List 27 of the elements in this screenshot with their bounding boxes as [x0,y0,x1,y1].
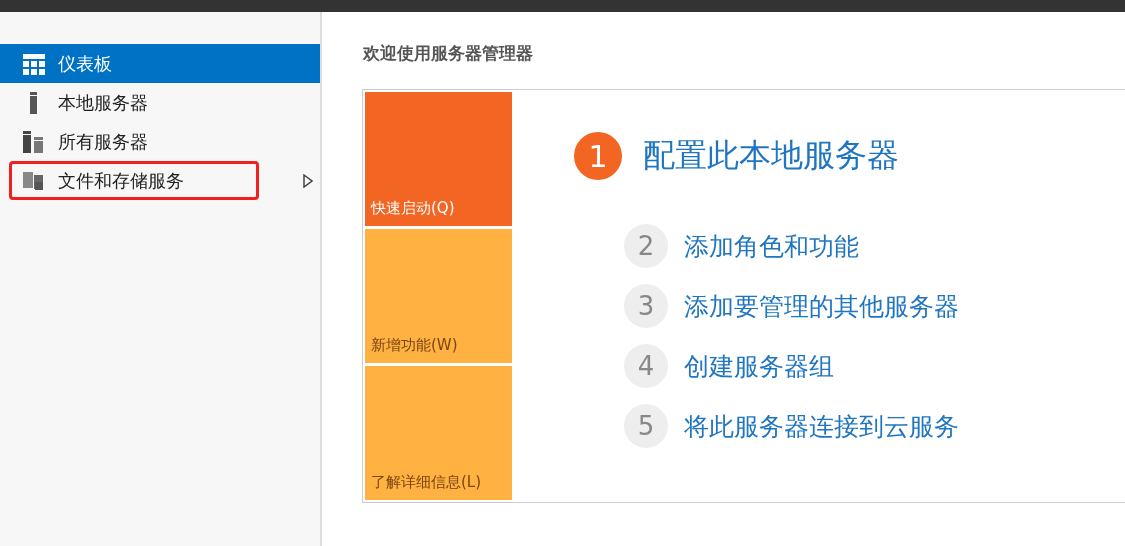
grid-icon [22,52,46,75]
tile-link[interactable]: 新增功能(W) [365,229,512,363]
step-number: 2 [624,224,668,268]
step-number: 4 [624,344,668,388]
sidebar-label: 所有服务器 [58,129,148,154]
sidebar-label: 文件和存储服务 [58,168,184,193]
server-icon [30,91,37,114]
step-link[interactable]: 配置此本地服务器 [643,134,899,178]
sidebar-item[interactable]: 文件和存储服务 [9,161,259,200]
page-title: 欢迎使用服务器管理器 [363,42,534,65]
servers-icon [22,130,46,153]
step-number: 5 [624,404,668,448]
step-number: 3 [624,284,668,328]
sidebar-label: 本地服务器 [58,90,148,115]
tile-link[interactable]: 快速启动(Q) [365,92,512,226]
step-link[interactable]: 添加要管理的其他服务器 [684,289,959,323]
step-link[interactable]: 添加角色和功能 [684,229,859,263]
step-link[interactable]: 创建服务器组 [684,349,834,383]
folder-icon [22,169,46,192]
sidebar-item[interactable]: 所有服务器 [0,122,320,161]
step-number: 1 [574,132,622,180]
step-link[interactable]: 将此服务器连接到云服务 [684,409,959,443]
sidebar-item[interactable]: 仪表板 [0,44,320,83]
expand-arrow-icon[interactable] [303,173,313,188]
sidebar-label: 仪表板 [58,51,112,76]
tile-link[interactable]: 了解详细信息(L) [365,366,512,500]
sidebar-item[interactable]: 本地服务器 [0,83,320,122]
